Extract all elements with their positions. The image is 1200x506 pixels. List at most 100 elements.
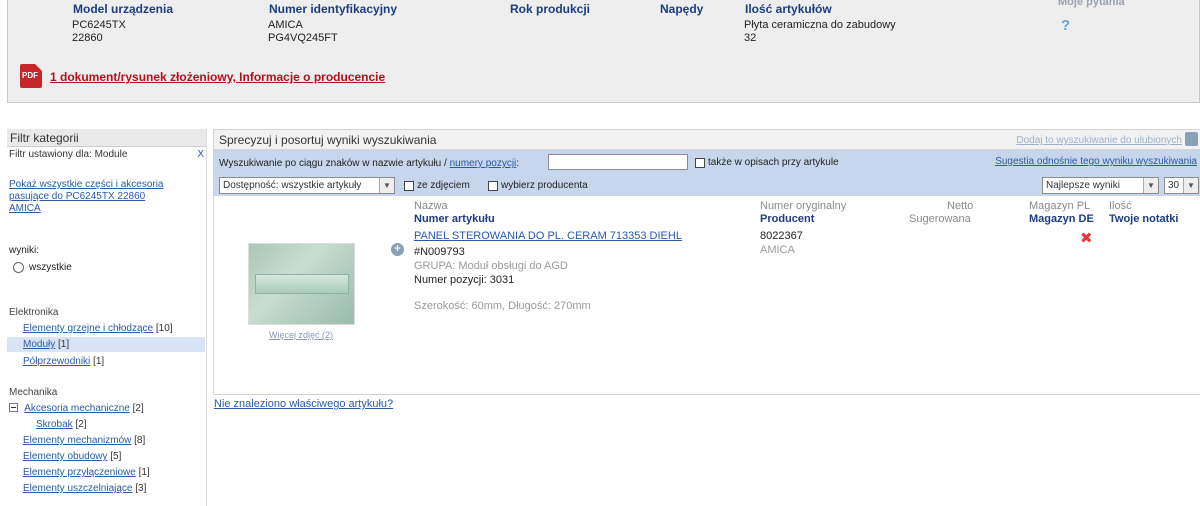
category-item-mech-accessories[interactable]: Akcesoria mechaniczne [2]	[9, 403, 144, 414]
not-found-link[interactable]: Nie znaleziono właściwego artykułu?	[214, 398, 393, 410]
product-thumbnail[interactable]	[248, 243, 355, 325]
category-item-modules[interactable]: Moduły [1]	[23, 339, 69, 350]
pdf-icon-label: PDF	[22, 71, 38, 80]
column-orig-no: Numer oryginalny	[760, 200, 847, 212]
product-title-link[interactable]: PANEL STEROWANIA DO PL. CERAM 713353 DIE…	[414, 230, 682, 242]
category-group-title: Mechanika	[9, 387, 58, 398]
column-stock-pl: Magazyn PL	[1029, 200, 1091, 212]
category-item-count: [8]	[134, 435, 146, 446]
product-article-no: #N009793	[414, 246, 465, 258]
search-label: Wyszukiwanie po ciągu znaków w nazwie ar…	[219, 158, 519, 169]
category-item-label[interactable]: Akcesoria mechaniczne	[24, 403, 130, 414]
article-count-value: 32	[744, 32, 757, 44]
category-item-count: [2]	[132, 403, 144, 414]
category-item-label[interactable]: Moduły	[23, 339, 55, 350]
results-panel-title: Sprecyzuj i posortuj wyniki wyszukiwania	[219, 133, 437, 147]
pdf-icon[interactable]: PDF	[20, 64, 42, 88]
product-image-board	[255, 274, 349, 294]
header-count: Ilość artykułów	[745, 2, 832, 16]
search-results-panel: Sprecyzuj i posortuj wyniki wyszukiwania…	[213, 129, 1200, 395]
with-photo-label: ze zdjęciem	[417, 180, 470, 191]
category-item-mechanisms[interactable]: Elementy mechanizmów [8]	[23, 435, 145, 446]
choose-producer-label: wybierz producenta	[501, 180, 588, 191]
checkbox-icon[interactable]	[488, 180, 498, 191]
column-suggested: Sugerowana	[909, 213, 971, 225]
category-item-scraper[interactable]: Skrobak [2]	[36, 419, 87, 430]
active-filter-label: Filtr ustawiony dla: Module	[9, 149, 128, 160]
search-label-text: Wyszukiwanie po ciągu znaków w nazwie ar…	[219, 158, 447, 169]
header-year: Rok produkcji	[510, 2, 591, 16]
add-to-favorites-link[interactable]: Dodaj to wyszukiwanie do ulubionych	[1016, 135, 1182, 146]
header-questions: Moje pytania	[1058, 0, 1125, 8]
search-input[interactable]	[548, 154, 688, 170]
product-group: GRUPA: Moduł obsługi do AGD	[414, 260, 568, 272]
radio-circle-icon[interactable]	[13, 262, 24, 273]
device-info-panel: Model urządzenia Numer identyfikacyjny R…	[7, 0, 1200, 103]
category-item-count: [1]	[58, 339, 70, 350]
column-producer[interactable]: Producent	[760, 213, 814, 225]
chevron-down-icon[interactable]: ▼	[1143, 178, 1158, 193]
more-photos-link[interactable]: Więcej zdjęć (2)	[269, 330, 333, 340]
per-page-value: 30	[1168, 180, 1180, 191]
header-model: Model urządzenia	[73, 2, 174, 16]
product-dimensions: Szerokość: 60mm, Długość: 270mm	[414, 300, 591, 312]
question-icon[interactable]: ?	[1061, 17, 1070, 34]
suggestion-link[interactable]: Sugestia odnośnie tego wyniku wyszukiwan…	[995, 156, 1197, 167]
category-item-count: [3]	[135, 483, 147, 494]
category-item-label[interactable]: Półprzewodniki	[23, 356, 90, 367]
column-article-no[interactable]: Numer artykułu	[414, 213, 495, 225]
clear-filter-button[interactable]: X	[197, 149, 204, 160]
results-panel-header: Sprecyzuj i posortuj wyniki wyszukiwania…	[214, 130, 1200, 150]
show-all-parts-link[interactable]: Pokaż wszystkie części i akcesoria pasuj…	[9, 179, 179, 215]
results-label: wyniki:	[9, 245, 40, 256]
header-drives: Napędy	[660, 2, 704, 16]
category-item-housing[interactable]: Elementy obudowy [5]	[23, 451, 121, 462]
choose-producer-checkbox[interactable]: wybierz producenta	[488, 180, 588, 191]
category-item-label[interactable]: Elementy przyłączeniowe	[23, 467, 136, 478]
column-stock-de[interactable]: Magazyn DE	[1029, 213, 1094, 225]
availability-value: Dostępność: wszystkie artykuły	[223, 180, 362, 191]
expand-plus-icon[interactable]: +	[391, 243, 404, 256]
sort-value: Najlepsze wyniki	[1046, 180, 1120, 191]
column-qty: Ilość	[1109, 200, 1132, 212]
with-photo-checkbox[interactable]: ze zdjęciem	[404, 180, 470, 191]
per-page-select[interactable]: 30 ▼	[1164, 177, 1199, 194]
product-orig-no: 8022367	[760, 230, 803, 242]
category-item-count: [1]	[138, 467, 150, 478]
position-numbers-link[interactable]: numery pozycji	[450, 158, 517, 169]
sort-select[interactable]: Najlepsze wyniki ▼	[1042, 177, 1159, 194]
product-producer: AMICA	[760, 244, 795, 256]
category-item-seals[interactable]: Elementy uszczelniające [3]	[23, 483, 146, 494]
availability-select[interactable]: Dostępność: wszystkie artykuły ▼	[219, 177, 395, 194]
category-group-title: Elektronika	[9, 307, 59, 318]
category-item-connectors[interactable]: Elementy przyłączeniowe [1]	[23, 467, 150, 478]
ident-value-2: PG4VQ245FT	[268, 32, 338, 44]
category-item-label[interactable]: Elementy uszczelniające	[23, 483, 133, 494]
chevron-down-icon[interactable]: ▼	[379, 178, 394, 193]
documents-link[interactable]: 1 dokument/rysunek złożeniowy, Informacj…	[50, 70, 385, 84]
search-filter-bar: Wyszukiwanie po ciągu znaków w nazwie ar…	[214, 150, 1200, 196]
category-item-semiconductors[interactable]: Półprzewodniki [1]	[23, 356, 104, 367]
category-item-heating[interactable]: Elementy grzejne i chłodzące [10]	[23, 323, 173, 334]
sidebar-title: Filtr kategorii	[7, 129, 206, 147]
category-item-count: [5]	[110, 451, 122, 462]
category-item-label[interactable]: Skrobak	[36, 419, 73, 430]
also-descriptions-label: także w opisach przy artykule	[708, 157, 839, 168]
category-item-label[interactable]: Elementy grzejne i chłodzące	[23, 323, 153, 334]
search-label-colon: :	[516, 158, 520, 169]
chevron-down-icon[interactable]: ▼	[1183, 178, 1198, 193]
device-type-value: Płyta ceramiczna do zabudowy	[744, 19, 896, 31]
also-descriptions-checkbox[interactable]: także w opisach przy artykule	[695, 157, 839, 168]
category-filter-sidebar: Filtr kategorii Filtr ustawiony dla: Mod…	[7, 129, 207, 506]
category-item-label[interactable]: Elementy obudowy	[23, 451, 108, 462]
ident-value-1: AMICA	[268, 19, 303, 31]
checkbox-icon[interactable]	[695, 157, 705, 168]
collapse-icon[interactable]	[9, 403, 18, 412]
category-item-count: [10]	[155, 323, 173, 334]
radio-all-results[interactable]: wszystkie	[13, 262, 72, 273]
category-item-label[interactable]: Elementy mechanizmów	[23, 435, 131, 446]
header-ident: Numer identyfikacyjny	[269, 2, 398, 16]
model-value-1: PC6245TX	[72, 19, 126, 31]
checkbox-icon[interactable]	[404, 180, 414, 191]
favorites-icon[interactable]	[1185, 132, 1198, 146]
